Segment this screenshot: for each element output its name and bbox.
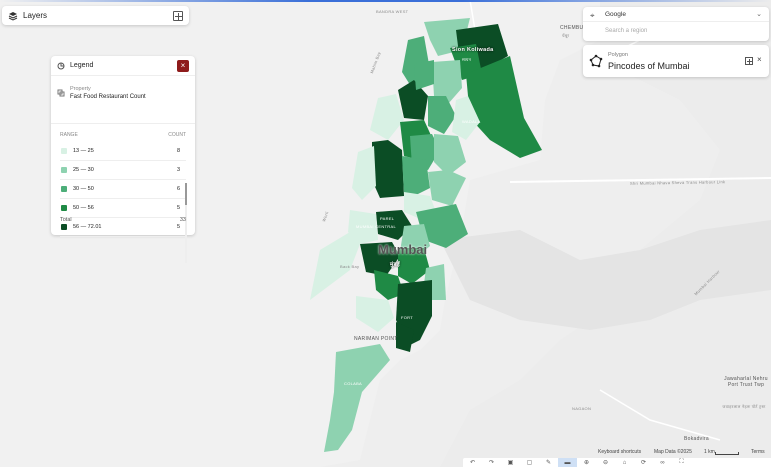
scale-label: 1 km bbox=[704, 449, 715, 455]
add-polygon-icon[interactable] bbox=[745, 57, 753, 65]
chevron-down-icon: ⌄ bbox=[756, 11, 762, 18]
legend-range: 25 — 30 bbox=[73, 167, 94, 173]
legend-range: 13 — 25 bbox=[73, 148, 94, 154]
map-data-attribution: Map Data ©2025 bbox=[654, 449, 692, 455]
label-nariman-point: NARIMAN POINT bbox=[354, 336, 398, 342]
map-toolbar: ↶ ↷ ▣ ▢ ✎ ▬ ⊕ ⊖ ⌂ ⟳ ∞ ⛶ bbox=[463, 458, 771, 467]
rotate-icon[interactable]: ⟳ bbox=[634, 458, 653, 467]
legend-swatch bbox=[61, 167, 67, 173]
layers-toggle-icon[interactable]: ⌂ bbox=[615, 458, 634, 467]
pincode-polygon[interactable] bbox=[402, 156, 430, 196]
label-mumbai: Mumbai bbox=[378, 242, 428, 257]
legend-count: 8 bbox=[176, 148, 180, 154]
polygon-name: Pincodes of Mumbai bbox=[608, 61, 690, 71]
legend-swatch bbox=[61, 224, 67, 230]
search-input[interactable]: Search a region bbox=[583, 22, 769, 40]
search-provider-select[interactable]: Google ⌄ bbox=[583, 7, 769, 22]
total-label: Total bbox=[60, 217, 72, 223]
polygon-icon bbox=[589, 54, 603, 68]
legend-title: Legend bbox=[70, 62, 94, 69]
scale-bar bbox=[715, 452, 739, 455]
label-bokadvira: Bokadvira bbox=[684, 436, 709, 442]
legend-icon bbox=[57, 62, 65, 69]
layers-panel[interactable]: Layers bbox=[2, 6, 189, 25]
total-value: 33 bbox=[179, 217, 186, 223]
legend-count: 5 bbox=[176, 205, 180, 211]
legend-count: 5 bbox=[176, 224, 180, 230]
selection-icon[interactable]: ▣ bbox=[501, 458, 520, 467]
label-sion-koliwada: Sion Koliwada bbox=[452, 47, 494, 53]
terms-link[interactable]: Terms bbox=[751, 449, 765, 455]
close-icon[interactable]: × bbox=[757, 55, 762, 64]
label-jnpt: Jawaharlal Nehru Port Trust Twp bbox=[724, 376, 768, 388]
layers-title: Layers bbox=[23, 11, 48, 20]
legend-property: Property Fast Food Restaurant Count bbox=[51, 76, 195, 124]
property-value: Fast Food Restaurant Count bbox=[70, 94, 146, 100]
legend-columns: RANGE COUNT bbox=[51, 124, 195, 142]
property-icon bbox=[57, 89, 65, 97]
legend-range: 50 — 56 bbox=[73, 205, 94, 211]
zoom-out-icon[interactable]: ⊖ bbox=[596, 458, 615, 467]
measure-icon[interactable]: ▬ bbox=[558, 458, 577, 467]
label-mumbai-hindi: मुंबई bbox=[390, 262, 401, 268]
layers-icon bbox=[8, 11, 18, 21]
pincode-polygon[interactable] bbox=[372, 140, 404, 198]
close-legend-button[interactable]: × bbox=[177, 59, 189, 72]
count-header: COUNT bbox=[168, 132, 186, 138]
label-sion-hindi: सायन bbox=[462, 57, 472, 62]
fullscreen-icon[interactable]: ⛶ bbox=[672, 458, 691, 467]
link-icon[interactable]: ∞ bbox=[653, 458, 672, 467]
label-nagaon: NAGAON bbox=[572, 406, 592, 411]
legend-swatch bbox=[61, 148, 67, 154]
legend-panel: Legend × Property Fast Food Restaurant C… bbox=[51, 56, 195, 263]
zoom-in-icon[interactable]: ⊕ bbox=[577, 458, 596, 467]
label-jnpt-hindi: जवाहरलाल नेहरू पोर्ट ट्रस्ट bbox=[722, 404, 766, 409]
legend-total: Total 33 bbox=[60, 217, 186, 223]
legend-swatch bbox=[61, 186, 67, 192]
range-header: RANGE bbox=[60, 132, 78, 138]
legend-header: Legend × bbox=[51, 56, 195, 76]
undo-icon[interactable]: ↶ bbox=[463, 458, 482, 467]
polygon-label: Polygon bbox=[608, 52, 628, 58]
legend-range: 30 — 50 bbox=[73, 186, 94, 192]
label-fort: FORT bbox=[401, 315, 414, 320]
keyboard-shortcuts-link[interactable]: Keyboard shortcuts bbox=[598, 449, 641, 455]
legend-count: 6 bbox=[176, 186, 180, 192]
property-label: Property bbox=[70, 86, 91, 92]
label-parel: PAREL bbox=[380, 216, 395, 221]
label-bandra-west: BANDRA WEST bbox=[376, 9, 409, 14]
legend-scrollbar[interactable] bbox=[185, 183, 187, 263]
legend-row: 30 — 50 6 bbox=[60, 180, 186, 199]
legend-scroll-thumb[interactable] bbox=[185, 183, 187, 205]
label-wadala: WADALA bbox=[462, 119, 481, 124]
label-mumbai-central: MUMBAI CENTRAL bbox=[356, 224, 396, 229]
label-chembur-hindi: चेंबूर bbox=[562, 33, 570, 38]
label-back-bay: Back Bay bbox=[340, 264, 360, 269]
window-top-accent bbox=[0, 0, 771, 2]
pin-icon[interactable]: ▢ bbox=[520, 458, 539, 467]
add-layer-icon[interactable] bbox=[173, 10, 183, 21]
search-provider: Google bbox=[605, 10, 626, 18]
label-colaba: COLABA bbox=[344, 381, 363, 386]
redo-icon[interactable]: ↷ bbox=[482, 458, 501, 467]
legend-row: 25 — 30 3 bbox=[60, 161, 186, 180]
legend-swatch bbox=[61, 205, 67, 211]
legend-range: 56 — 72.01 bbox=[73, 224, 102, 230]
polygon-card[interactable]: Polygon Pincodes of Mumbai × bbox=[583, 45, 769, 77]
search-panel[interactable]: ⌖ Google ⌄ Search a region bbox=[583, 7, 769, 41]
legend-row: 50 — 56 5 bbox=[60, 199, 186, 218]
location-pin-icon: ⌖ bbox=[590, 11, 595, 20]
legend-row: 13 — 25 8 bbox=[60, 142, 186, 161]
draw-icon[interactable]: ✎ bbox=[539, 458, 558, 467]
legend-count: 3 bbox=[176, 167, 180, 173]
